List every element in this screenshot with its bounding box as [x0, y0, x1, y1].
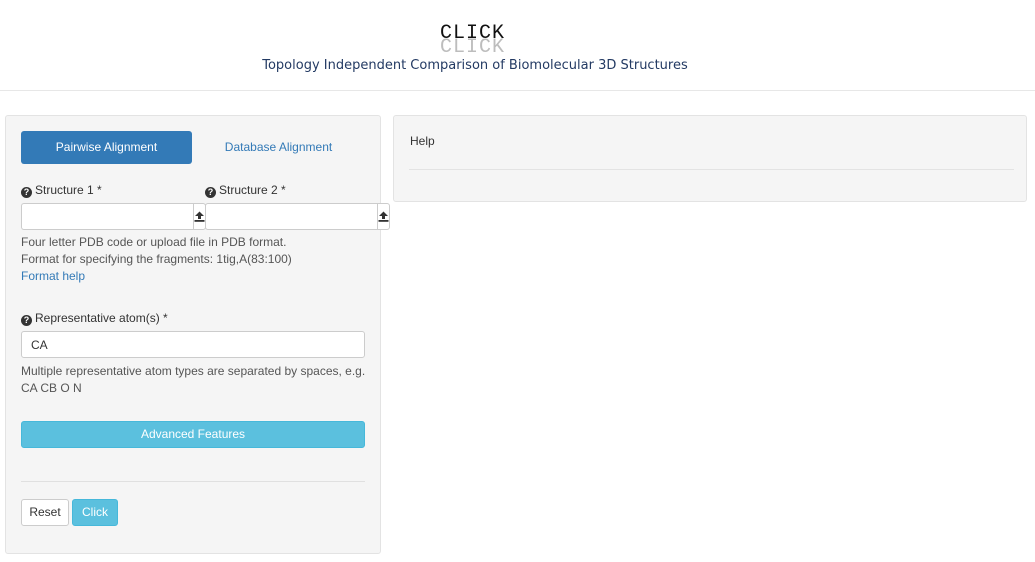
page-header: CLICK CLICK Topology Independent Compari…: [0, 0, 1035, 91]
upload-icon: [194, 211, 205, 222]
structure2-label-text: Structure 2 *: [219, 183, 286, 197]
question-circle-icon[interactable]: ?: [21, 187, 32, 198]
help-panel-divider: [409, 169, 1014, 170]
format-help-link[interactable]: Format help: [21, 269, 85, 283]
tab-database-alignment[interactable]: Database Alignment: [201, 131, 356, 164]
structure2-label: ? Structure 2 *: [205, 183, 286, 198]
question-circle-icon[interactable]: ?: [21, 315, 32, 326]
structure1-input[interactable]: [21, 203, 193, 230]
logo-text: CLICK: [440, 22, 506, 45]
structure1-label-text: Structure 1 *: [35, 183, 102, 197]
atoms-label-text: Representative atom(s) *: [35, 311, 168, 325]
atoms-help-line1: Multiple representative atom types are s…: [21, 364, 366, 378]
structure1-input-group: [21, 203, 206, 230]
click-logo[interactable]: CLICK CLICK: [440, 22, 512, 59]
structure2-upload-button[interactable]: [377, 203, 390, 230]
structure-help-line1: Four letter PDB code or upload file in P…: [21, 235, 287, 249]
upload-icon: [378, 211, 389, 222]
structure-help-line2: Format for specifying the fragments: 1ti…: [21, 252, 292, 266]
structure1-label: ? Structure 1 *: [21, 183, 102, 198]
structure2-input[interactable]: [205, 203, 377, 230]
tab-pairwise-alignment[interactable]: Pairwise Alignment: [21, 131, 192, 164]
atoms-help-line2: CA CB O N: [21, 381, 82, 395]
form-divider: [21, 481, 365, 482]
representative-atoms-input[interactable]: [21, 331, 365, 358]
question-circle-icon[interactable]: ?: [205, 187, 216, 198]
page-subtitle: Topology Independent Comparison of Biomo…: [262, 58, 688, 73]
alignment-form-panel: Pairwise Alignment Database Alignment ? S…: [5, 115, 390, 554]
help-panel-title: Help: [410, 134, 435, 148]
atoms-label: ? Representative atom(s) *: [21, 311, 168, 326]
reset-button[interactable]: Reset: [21, 499, 69, 526]
structure2-input-group: [205, 203, 390, 230]
help-panel: Help: [393, 115, 1027, 202]
submit-click-button[interactable]: Click: [72, 499, 118, 526]
advanced-features-button[interactable]: Advanced Features: [21, 421, 365, 448]
